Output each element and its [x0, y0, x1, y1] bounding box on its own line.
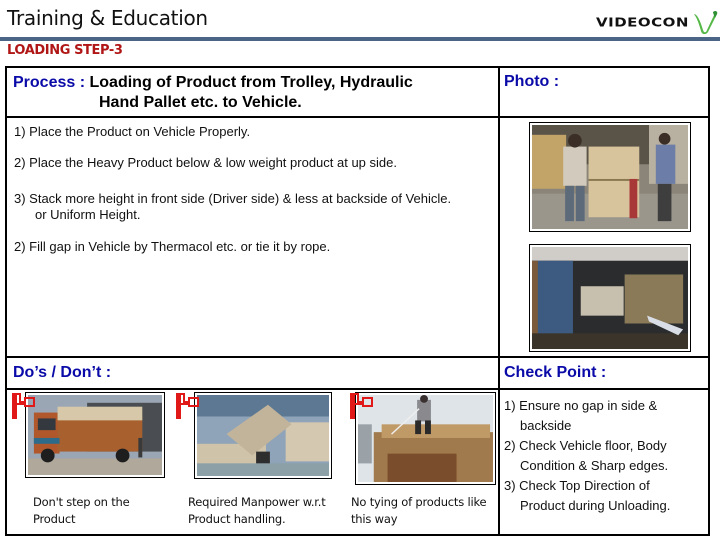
red-flag-icon	[176, 393, 199, 419]
red-flag-icon	[350, 393, 373, 419]
dos-donts-header-cell: Do’s / Don’t :	[5, 356, 500, 390]
dos-caption: Required Manpower w.r.t Product handling.	[188, 495, 326, 526]
page-title: Training & Education	[7, 6, 208, 30]
check-point-list-cell: 1) Ensure no gap in side & backside 2) Ch…	[498, 388, 710, 536]
check-point-item: 3) Check Top Direction of Product during…	[504, 478, 671, 513]
check-point-list: 1) Ensure no gap in side & backside 2) Ch…	[504, 396, 670, 516]
process-title-line1: Loading of Product from Trolley, Hydraul…	[89, 74, 413, 91]
photo-container	[529, 244, 691, 352]
dos-caption: No tying of products like this way	[351, 495, 487, 526]
manpower-image	[197, 395, 329, 476]
videocon-logo: VIDEOCON	[596, 10, 719, 34]
red-flag-icon	[12, 393, 35, 419]
photo-hand-pallet-image	[532, 125, 688, 229]
process-cell: Process : Loading of Product from Trolle…	[5, 66, 500, 118]
check-point-label: Check Point :	[504, 364, 607, 381]
dos-donts-images-cell: Don't step on the Product Required Manpow…	[5, 388, 500, 536]
step-item: 3) Stack more height in front side (Driv…	[14, 191, 452, 222]
videocon-v-icon	[693, 10, 718, 34]
header-rule	[0, 37, 720, 41]
step-item: 2) Place the Heavy Product below & low w…	[14, 155, 397, 170]
dos-donts-label: Do’s / Don’t :	[13, 364, 112, 381]
step-item: 1) Place the Product on Vehicle Properly…	[14, 124, 251, 139]
photo-hand-pallet	[529, 122, 691, 232]
check-point-header-cell: Check Point :	[498, 356, 710, 390]
dos-photo-manpower	[194, 392, 332, 479]
process-title-line2: Hand Pallet etc. to Vehicle.	[99, 94, 302, 111]
step-title: LOADING STEP-3	[7, 43, 123, 58]
process-label: Process :	[13, 74, 86, 91]
photo-label: Photo :	[504, 73, 560, 90]
photo-container-image	[532, 247, 688, 349]
brand-name: VIDEOCON	[596, 14, 689, 30]
photo-header-cell: Photo :	[498, 66, 710, 118]
check-point-item: 2) Check Vehicle floor, Body Condition & …	[504, 438, 669, 473]
steps-cell: 1) Place the Product on Vehicle Properly…	[5, 116, 500, 358]
dos-photo-truck	[25, 392, 165, 478]
dos-caption: Don't step on the Product	[33, 495, 130, 526]
truck-image	[28, 395, 162, 475]
photos-cell	[498, 116, 710, 358]
step-item: 2) Fill gap in Vehicle by Thermacol etc.…	[14, 239, 331, 254]
tying-image	[358, 395, 493, 482]
check-point-item: 1) Ensure no gap in side & backside	[504, 398, 658, 433]
